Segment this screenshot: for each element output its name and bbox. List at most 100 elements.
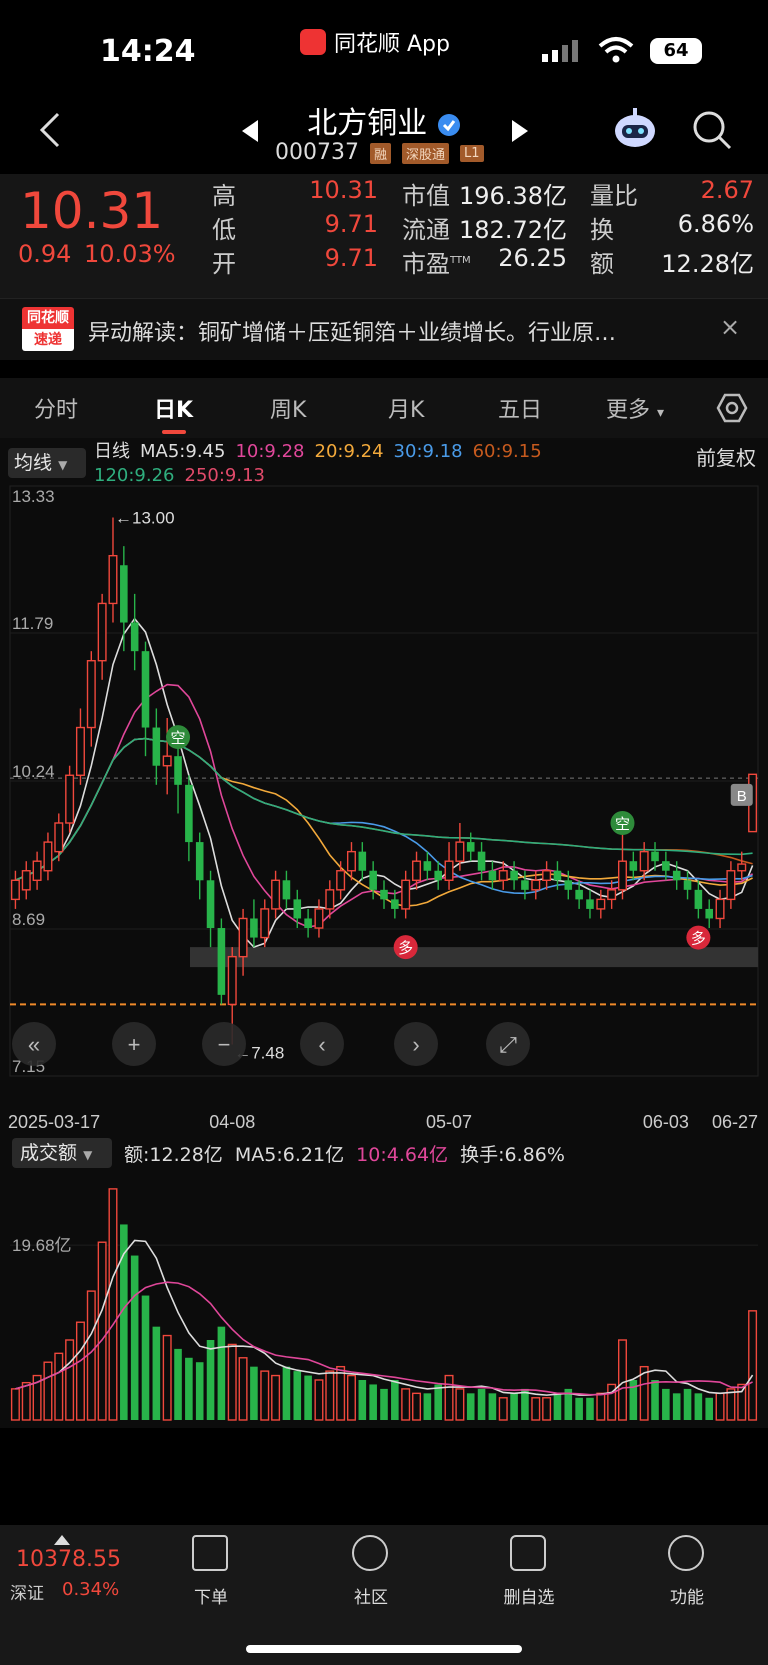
stock-code: 000737 — [275, 140, 359, 165]
volume-bar — [455, 1388, 465, 1421]
candle-body — [444, 860, 454, 881]
signal-label: 多 — [691, 931, 706, 948]
nav-functions[interactable]: 功能 — [642, 1525, 732, 1625]
volume-amount: 额:12.28亿 — [124, 1144, 223, 1166]
tag-connect: 深股通 — [402, 142, 450, 164]
index-up-arrow-icon — [54, 1535, 70, 1545]
volume-ratio-label: 量比 — [590, 182, 638, 210]
candle-body — [304, 918, 312, 929]
turnover-value: 6.86% — [677, 210, 754, 238]
candle-body — [141, 651, 150, 728]
low-label: 低 — [212, 216, 236, 244]
candle-body — [498, 870, 508, 881]
candle-body — [737, 863, 747, 872]
candle-body — [314, 908, 324, 929]
robot-assistant-icon[interactable] — [610, 104, 660, 154]
buy-label: B — [737, 788, 747, 805]
candle-body — [521, 880, 529, 890]
volume-bar — [401, 1388, 411, 1421]
search-icon[interactable] — [690, 108, 734, 152]
price-axis-label: 8.69 — [12, 910, 45, 929]
tab-five-day[interactable]: 五日 — [498, 392, 542, 424]
volume-indicator-selector[interactable]: 成交额 ▼ — [12, 1138, 112, 1168]
status-bar: 14:24 同花顺 App 64 — [0, 0, 768, 90]
active-tab-indicator — [162, 430, 186, 434]
volume-ratio-value: 2.67 — [700, 176, 754, 204]
volume-bar — [43, 1361, 53, 1421]
volume-bar — [217, 1326, 226, 1420]
volume-bar — [444, 1374, 454, 1421]
volume-bar — [662, 1388, 670, 1420]
functions-menu-icon — [668, 1535, 704, 1571]
candle-body — [531, 879, 541, 891]
volume-chart[interactable]: 19.68亿 — [0, 1130, 768, 1430]
open-label: 开 — [212, 250, 236, 278]
volume-bar — [380, 1388, 388, 1420]
candle-body — [227, 955, 237, 1006]
battery-indicator: 64 — [650, 38, 702, 64]
price-axis-label: 13.33 — [12, 487, 55, 506]
news-text: 异动解读：铜矿增储＋压延铜箔＋业绩增长。行业原… — [88, 321, 617, 346]
volume-bar — [346, 1374, 356, 1421]
chart-control-glyph: + — [128, 1032, 141, 1057]
candle-body — [586, 899, 594, 909]
next-stock-icon[interactable] — [508, 118, 532, 144]
candle-body — [174, 756, 182, 785]
volume-bar — [553, 1393, 562, 1420]
clock: 14:24 — [100, 34, 196, 69]
volume-turnover: 换手:6.86% — [460, 1144, 565, 1166]
quote-panel: 10.31 0.94 10.03% 高 10.31 低 9.71 开 9.71 … — [0, 174, 768, 298]
candle-body — [651, 851, 659, 862]
signal-label: 空 — [171, 730, 186, 747]
kline-chart-panel[interactable]: 均线 ▼ 日线 MA5:9.45 10:9.28 20:9.24 30:9.18 60:9… — [0, 438, 768, 1428]
volume-bar — [293, 1371, 302, 1420]
volume-bar — [531, 1397, 541, 1421]
candle-body — [10, 879, 20, 901]
volume-bar — [21, 1381, 31, 1421]
candle-body — [130, 622, 139, 652]
candle-body — [120, 565, 128, 623]
candle-body — [75, 726, 85, 776]
price-axis-label: 11.79 — [12, 614, 53, 633]
volume-bar — [141, 1295, 150, 1420]
volume-bar — [206, 1340, 215, 1420]
volume-bar — [174, 1348, 182, 1420]
tab-monthly-k[interactable]: 月K — [388, 392, 424, 424]
volume-bar — [466, 1393, 475, 1420]
volume-bar — [726, 1388, 736, 1421]
index-value[interactable]: 10378.55 — [16, 1547, 121, 1572]
candle-body — [282, 880, 291, 900]
candle-body — [553, 870, 562, 881]
candle-body — [162, 755, 172, 767]
candle-body — [32, 860, 42, 881]
close-icon[interactable]: × — [720, 313, 740, 341]
range-band — [190, 947, 758, 968]
tab-intraday[interactable]: 分时 — [34, 392, 78, 424]
candle-body — [455, 841, 465, 862]
nav-remove-watchlist[interactable]: 删自选 — [484, 1525, 574, 1625]
volume-bar — [314, 1379, 324, 1421]
volume-bar — [488, 1393, 497, 1420]
candle-body — [510, 870, 518, 881]
candle-body — [21, 870, 31, 891]
tab-weekly-k[interactable]: 周K — [270, 392, 306, 424]
nav-order[interactable]: 下单 — [166, 1525, 256, 1625]
candle-body — [477, 851, 486, 871]
candle-body — [629, 861, 638, 871]
candle-body — [542, 870, 552, 881]
candle-body — [271, 879, 281, 910]
signal-label: 多 — [398, 940, 413, 957]
news-banner[interactable]: 同花顺 速递 异动解读：铜矿增储＋压延铜箔＋业绩增长。行业原… × — [0, 298, 768, 360]
tab-more[interactable]: 更多 ▾ — [606, 392, 664, 424]
candlestick-chart[interactable]: 13.3311.7910.248.697.15←13.00←7.48空多空多空多… — [0, 456, 768, 1136]
amount-label: 额 — [590, 250, 614, 278]
high-label: 高 — [212, 182, 236, 210]
volume-ma5: MA5:6.21亿 — [234, 1144, 345, 1166]
nav-community[interactable]: 社区 — [326, 1525, 416, 1625]
x-axis-label: 06-03 — [643, 1112, 689, 1132]
news-badge: 同花顺 速递 — [22, 307, 74, 353]
settings-hexagon-icon[interactable] — [716, 392, 748, 424]
tab-daily-k[interactable]: 日K — [154, 392, 193, 424]
candle-body — [564, 880, 573, 890]
volume-bar — [423, 1393, 432, 1420]
